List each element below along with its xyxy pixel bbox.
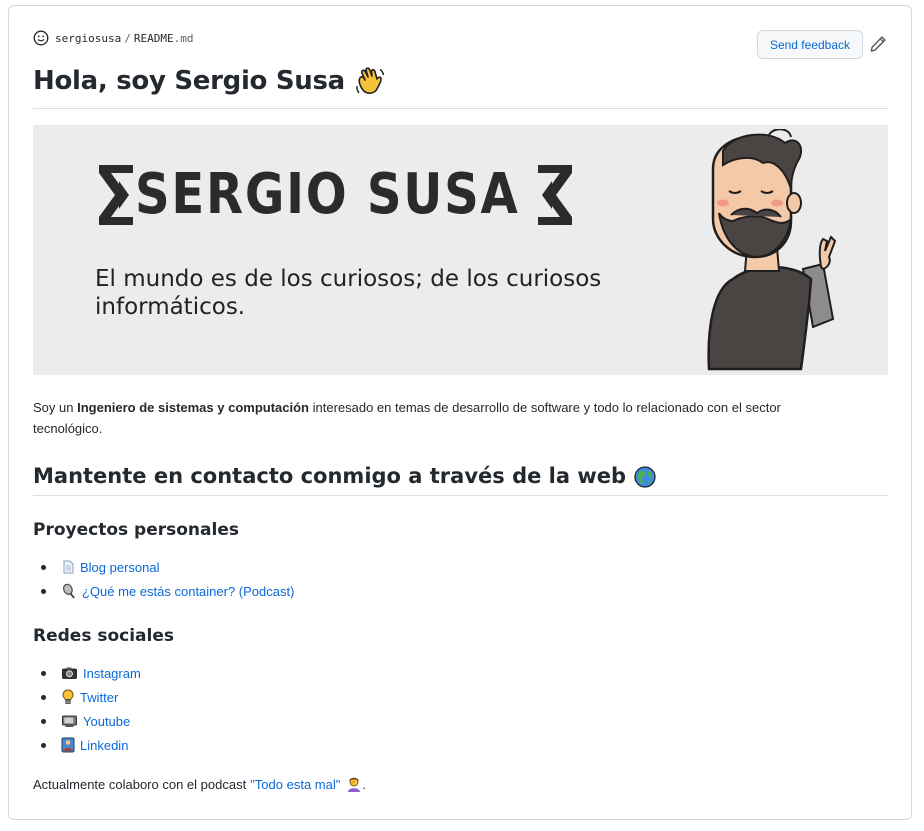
- briefcase-person-icon: [61, 737, 75, 753]
- camera-icon: [62, 667, 77, 679]
- breadcrumb-file: README: [133, 31, 174, 45]
- list-item: Linkedin: [33, 733, 141, 757]
- bullet: [41, 564, 46, 570]
- breadcrumb: sergiosusa / README .md: [33, 30, 193, 46]
- send-feedback-button[interactable]: Send feedback: [756, 30, 863, 59]
- social-heading: Redes sociales: [33, 626, 175, 646]
- cartoon-avatar-illustration: [707, 129, 837, 371]
- pencil-icon[interactable]: [869, 35, 887, 53]
- logo-left-bracket-icon: [99, 165, 133, 225]
- podcast-link[interactable]: ¿Qué me estás container? (Podcast): [82, 584, 294, 599]
- smiley-icon: [33, 30, 49, 46]
- logo-right-bracket-icon: [538, 165, 573, 225]
- globe-icon: [634, 466, 656, 488]
- bullet: [41, 742, 46, 748]
- outro-text: Actualmente colaboro con el podcast: [33, 776, 247, 792]
- page-title-text: Hola, soy Sergio Susa: [33, 66, 345, 96]
- bullet: [41, 718, 46, 724]
- bullet: [41, 588, 46, 594]
- intro-prefix: Soy un: [33, 400, 78, 415]
- list-item: Blog personal: [33, 555, 294, 579]
- list-item: Youtube: [33, 709, 141, 733]
- banner-tagline: El mundo es de los curiosos; de los curi…: [95, 266, 602, 320]
- page-title: Hola, soy Sergio Susa: [33, 66, 888, 109]
- linkedin-link[interactable]: Linkedin: [80, 738, 128, 753]
- breadcrumb-file-ext: .md: [173, 31, 194, 45]
- projects-list: Blog personal ¿Qué me estás container? (…: [33, 555, 294, 603]
- instagram-link[interactable]: Instagram: [83, 666, 141, 681]
- outro-end: .: [362, 776, 366, 792]
- breadcrumb-separator: /: [124, 31, 131, 45]
- blog-personal-link[interactable]: Blog personal: [80, 560, 160, 575]
- contact-heading-text: Mantente en contacto conmigo a través de…: [33, 464, 627, 488]
- logo-text: SERGIO SUSA: [135, 162, 520, 227]
- person-facepalm-icon: [348, 777, 361, 792]
- twitter-link[interactable]: Twitter: [80, 690, 118, 705]
- microphone-icon: [62, 583, 75, 599]
- readme-header: sergiosusa / README .md Send feedback: [33, 30, 887, 60]
- outro-paragraph: Actualmente colaboro con el podcast "Tod…: [33, 776, 366, 792]
- list-item: Instagram: [33, 661, 141, 685]
- page-icon: [63, 560, 74, 574]
- tv-icon: [62, 715, 77, 727]
- readme-card: sergiosusa / README .md Send feedback Hol…: [8, 5, 912, 820]
- breadcrumb-owner[interactable]: sergiosusa: [55, 32, 121, 45]
- intro-paragraph: Soy un Ingeniero de sistemas y computaci…: [33, 397, 853, 439]
- list-item: ¿Qué me estás container? (Podcast): [33, 579, 294, 603]
- waving-hand-icon: [356, 67, 385, 94]
- lightbulb-icon: [62, 689, 74, 704]
- bullet: [41, 694, 46, 700]
- intro-bold: Ingeniero de sistemas y computación: [77, 400, 309, 415]
- profile-banner: SERGIO SUSA El mundo es de los curiosos;…: [33, 125, 888, 375]
- contact-heading: Mantente en contacto conmigo a través de…: [33, 464, 888, 496]
- bullet: [41, 670, 46, 676]
- youtube-link[interactable]: Youtube: [83, 714, 130, 729]
- sergio-susa-logo: SERGIO SUSA: [99, 162, 573, 227]
- social-list: Instagram Twitter Youtube Linkedin: [33, 661, 141, 757]
- list-item: Twitter: [33, 685, 141, 709]
- todo-esta-mal-link[interactable]: "Todo esta mal": [250, 777, 340, 792]
- projects-heading: Proyectos personales: [33, 520, 239, 540]
